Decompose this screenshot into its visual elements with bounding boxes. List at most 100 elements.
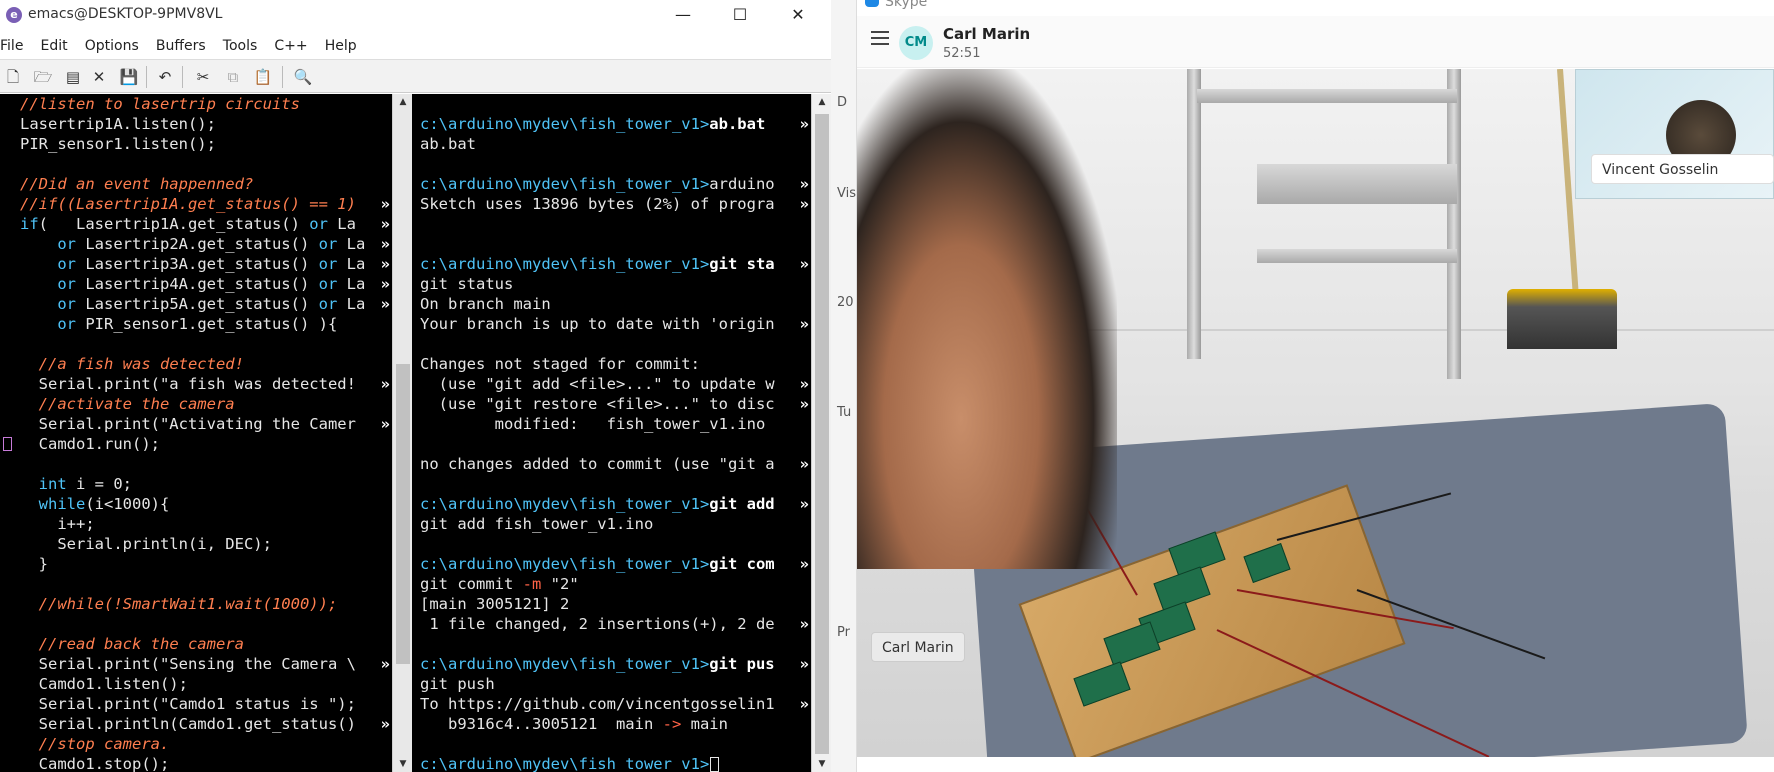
cut-icon[interactable]: ✂ (192, 66, 214, 88)
code-token: or (318, 255, 338, 273)
copy-icon[interactable]: ⧉ (222, 66, 244, 88)
code-line: //while(!SmartWait1.wait(1000)); (0, 594, 392, 614)
code-line: //activate the camera (0, 394, 392, 414)
minimize-button[interactable]: — (660, 0, 706, 30)
open-folder-icon[interactable]: 🗁 (32, 66, 54, 88)
shell-token: git status (420, 275, 514, 293)
code-line: Camdo1.listen(); (0, 674, 392, 694)
close-buffer-icon[interactable]: ✕ (88, 66, 110, 88)
shell-line: b9316c4..3005121 main -> main (412, 714, 811, 734)
code-line: or PIR_sensor1.get_status() ){ (0, 314, 392, 334)
shell-line: c:\arduino\mydev\fish_tower_v1>git add » (412, 494, 811, 514)
code-token: (i<1000){ (85, 495, 170, 513)
scroll-down-arrow-icon[interactable]: ▼ (393, 756, 413, 772)
menu-hamburger-icon[interactable] (871, 31, 889, 45)
menu-cpp[interactable]: C++ (274, 32, 307, 54)
menu-tools[interactable]: Tools (223, 32, 258, 54)
line-truncation-icon: » (799, 555, 809, 573)
ladder-step (1257, 164, 1457, 204)
shell-line: c:\arduino\mydev\fish_tower_v1>arduino » (412, 174, 811, 194)
search-icon[interactable]: 🔍 (292, 66, 314, 88)
code-token: Serial.print("Camdo1 status is "); (20, 695, 356, 713)
shell-token: c:\arduino\mydev\fish_tower_v1> (420, 115, 710, 133)
shell-token: ab.bat (420, 135, 476, 153)
shell-token: 1 file changed, 2 insertions(+), 2 de (420, 615, 775, 633)
dired-icon[interactable]: ▤ (62, 66, 84, 88)
scroll-thumb[interactable] (396, 364, 410, 664)
shell-line: On branch main (412, 294, 811, 314)
emacs-app-icon: e (6, 7, 22, 23)
scroll-thumb[interactable] (815, 114, 829, 754)
code-line: Serial.println(i, DEC); (0, 534, 392, 554)
shell-line: (use "git restore <file>..." to disc » (412, 394, 811, 414)
line-truncation-icon: » (799, 175, 809, 193)
menu-buffers[interactable]: Buffers (156, 32, 206, 54)
code-token: ( Lasertrip1A.get_status() (38, 215, 310, 233)
shell-line: modified: fish_tower_v1.ino (412, 414, 811, 434)
code-token: PIR_sensor1.listen(); (20, 135, 216, 153)
avatar[interactable]: CM (899, 26, 933, 60)
code-line: int i = 0; (0, 474, 392, 494)
code-token: Lasertrip3A.get_status() (76, 255, 319, 273)
code-line: Serial.print("a fish was detected! » (0, 374, 392, 394)
code-line: Serial.print("Camdo1 status is "); (0, 694, 392, 714)
shell-token: ab.bat (709, 115, 766, 133)
shell-line: c:\arduino\mydev\fish_tower_v1>ab.bat » (412, 114, 811, 134)
code-token: Lasertrip5A.get_status() (76, 295, 319, 313)
menu-edit[interactable]: Edit (41, 32, 68, 54)
save-icon[interactable]: 💾 (118, 66, 140, 88)
toolbar: 🗋 🗁 ▤ ✕ 💾 ↶ ✂ ⧉ 📋 🔍 (0, 59, 831, 93)
code-line: Camdo1.run(); (0, 434, 392, 454)
code-line: or Lasertrip3A.get_status() or La » (0, 254, 392, 274)
shell-buffer[interactable]: c:\arduino\mydev\fish_tower_v1>ab.bat» ab… (412, 94, 811, 772)
scroll-up-arrow-icon[interactable]: ▲ (812, 94, 832, 110)
shell-scrollbar[interactable]: ▲ ▼ (811, 94, 831, 772)
menu-help[interactable]: Help (325, 32, 357, 54)
code-token: Camdo1.listen(); (20, 675, 188, 693)
code-token: Lasertrip1A.listen(); (20, 115, 216, 133)
code-scrollbar[interactable]: ▲ ▼ (392, 94, 412, 772)
shell-token: arduino (709, 175, 775, 193)
shell-token: c:\arduino\mydev\fish_tower_v1> (420, 495, 710, 513)
shell-line: Sketch uses 13896 bytes (2%) of progra » (412, 194, 811, 214)
edge-fragment: D (837, 95, 848, 110)
shell-token: c:\arduino\mydev\fish_tower_v1> (420, 255, 710, 273)
maximize-button[interactable]: ☐ (717, 0, 763, 30)
scroll-up-arrow-icon[interactable]: ▲ (393, 94, 413, 110)
video-feed[interactable]: Vincent Gosselin Carl Marin (857, 69, 1774, 757)
scroll-down-arrow-icon[interactable]: ▼ (812, 756, 832, 772)
undo-icon[interactable]: ↶ (154, 66, 176, 88)
shell-token: git add (709, 495, 775, 513)
shell-token: c:\arduino\mydev\fish_tower_v1> (420, 555, 710, 573)
code-token: Serial.print("Sensing the Camera \ (20, 655, 356, 673)
close-button[interactable]: ✕ (775, 0, 821, 30)
contact-name: Carl Marin (943, 25, 1031, 43)
paste-icon[interactable]: 📋 (252, 66, 274, 88)
toolbar-separator (146, 66, 147, 88)
shell-line: c:\arduino\mydev\fish_tower_v1>git com » (412, 554, 811, 574)
menu-options[interactable]: Options (85, 32, 139, 54)
code-line: Lasertrip1A.listen(); (0, 114, 392, 134)
edge-fragment: Tu (837, 405, 852, 420)
code-buffer[interactable]: //listen to lasertrip circuits Lasertrip1… (0, 94, 392, 772)
shell-line: git commit -m "2" (412, 574, 811, 594)
code-token: i = 0; (66, 475, 132, 493)
code-line: //if((Lasertrip1A.get_status() == 1) » (0, 194, 392, 214)
code-line: while(i<1000){ (0, 494, 392, 514)
code-token: Lasertrip2A.get_status() (76, 235, 319, 253)
shell-line: git status (412, 274, 811, 294)
menu-file[interactable]: File (0, 32, 23, 54)
emacs-titlebar[interactable]: e emacs@DESKTOP-9PMV8VL — ☐ ✕ (0, 0, 831, 30)
code-token: Camdo1.stop(); (20, 755, 170, 772)
line-truncation-icon: » (799, 195, 809, 213)
new-file-icon[interactable]: 🗋 (2, 66, 24, 88)
fringe-cursor-marker (3, 437, 12, 451)
shell-token: c:\arduino\mydev\fish_tower_v1> (420, 175, 710, 193)
code-token: or (57, 315, 76, 333)
